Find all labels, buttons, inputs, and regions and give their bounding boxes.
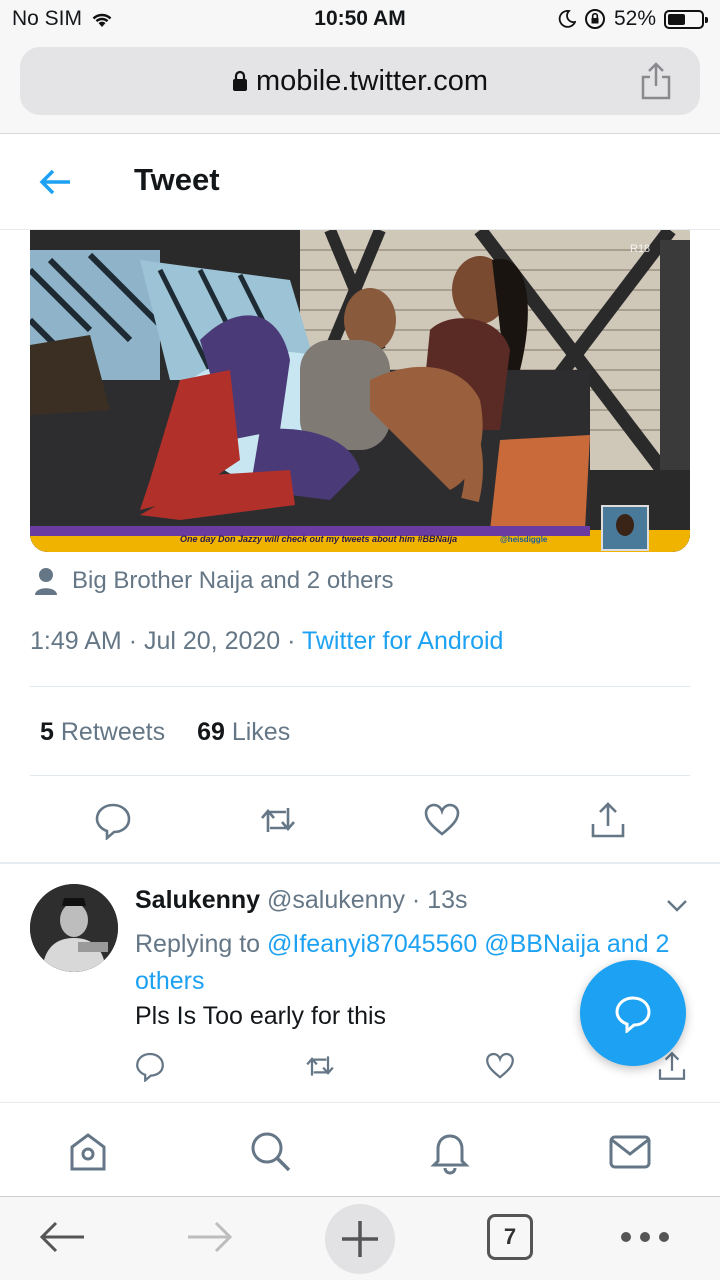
- avatar-photo: [30, 884, 118, 972]
- tweet-source-link[interactable]: Twitter for Android: [302, 627, 503, 655]
- divider: [30, 775, 690, 776]
- tv-screen-photo: One day Don Jazzy will check out my twee…: [30, 230, 690, 552]
- forward-icon[interactable]: [184, 1213, 236, 1261]
- url-field[interactable]: mobile.twitter.com: [20, 47, 700, 115]
- chevron-down-icon[interactable]: [662, 890, 692, 920]
- likes-stat[interactable]: 69 Likes: [197, 718, 290, 746]
- reply-icon[interactable]: [93, 800, 133, 840]
- media-overlay-text: One day Don Jazzy will check out my twee…: [180, 534, 457, 544]
- retweets-count: 5: [40, 718, 54, 746]
- person-icon: [35, 568, 57, 595]
- tweet-timestamp-row: 1:49 AM · Jul 20, 2020 · Twitter for And…: [30, 627, 503, 656]
- reply-author-handle[interactable]: @salukenny: [267, 886, 405, 914]
- notifications-icon[interactable]: [426, 1127, 474, 1175]
- back-icon[interactable]: [36, 1213, 88, 1261]
- retweets-stat[interactable]: 5 Retweets: [40, 718, 165, 746]
- likes-label: Likes: [231, 718, 291, 746]
- reply-time: 13s: [427, 886, 468, 914]
- tweet-header: Tweet: [0, 134, 720, 230]
- twitter-tab-bar: [0, 1102, 720, 1196]
- back-arrow-icon[interactable]: [36, 162, 76, 202]
- tweet-time: 1:49 AM: [30, 627, 122, 655]
- media-overlay-handle: @heisdiggle: [500, 535, 548, 544]
- tabs-icon[interactable]: 7: [487, 1214, 533, 1260]
- media-rating: R18: [630, 243, 650, 255]
- retweets-label: Retweets: [60, 718, 166, 746]
- tagged-people-label: Big Brother Naija and 2 others: [72, 567, 394, 594]
- replying-to-prefix: Replying to: [135, 930, 261, 958]
- tweet-stats: 5 Retweets 69 Likes: [40, 718, 290, 747]
- tweet-actions: [0, 800, 720, 846]
- tagged-people[interactable]: Big Brother Naija and 2 others: [34, 565, 394, 597]
- browser-address-bar: mobile.twitter.com: [0, 40, 720, 134]
- meta-separator: ·: [287, 627, 296, 655]
- like-icon[interactable]: [484, 1050, 516, 1082]
- url-text: mobile.twitter.com: [255, 65, 489, 97]
- likes-count: 69: [197, 718, 225, 746]
- browser-toolbar: 7: [0, 1196, 720, 1280]
- reply-author-name[interactable]: Salukenny: [135, 886, 260, 914]
- moon-icon: [558, 10, 576, 28]
- retweet-icon[interactable]: [304, 1050, 336, 1082]
- reply-icon[interactable]: [134, 1050, 166, 1082]
- new-tab-icon: [342, 1221, 378, 1257]
- meta-separator: ·: [128, 627, 138, 655]
- battery-level: [668, 13, 685, 25]
- battery-percent: 52%: [613, 7, 656, 30]
- like-icon[interactable]: [422, 800, 462, 840]
- search-icon[interactable]: [246, 1127, 294, 1175]
- battery-icon: [664, 9, 708, 29]
- reply-header: Salukenny @salukenny · 13s: [135, 886, 468, 915]
- retweet-icon[interactable]: [258, 800, 298, 840]
- tweet-date: Jul 20, 2020: [143, 627, 281, 655]
- avatar[interactable]: [30, 884, 118, 972]
- messages-icon[interactable]: [606, 1127, 654, 1175]
- meta-separator: ·: [411, 886, 421, 914]
- lock-icon: [232, 70, 247, 91]
- tweet-media-image[interactable]: One day Don Jazzy will check out my twee…: [30, 230, 690, 552]
- page-title: Tweet: [134, 162, 220, 197]
- status-bar: No SIM 10:50 AM 52%: [0, 0, 720, 40]
- compose-reply-button[interactable]: [580, 960, 686, 1066]
- share-icon[interactable]: [588, 800, 628, 840]
- more-icon[interactable]: [618, 1213, 672, 1261]
- reply-text: Pls Is Too early for this: [135, 1002, 387, 1030]
- share-icon[interactable]: [638, 61, 674, 101]
- orientation-lock-icon: [584, 9, 605, 29]
- new-tab-button[interactable]: [325, 1204, 395, 1274]
- compose-reply-icon: [615, 996, 651, 1033]
- divider: [30, 686, 690, 687]
- home-icon[interactable]: [64, 1127, 112, 1175]
